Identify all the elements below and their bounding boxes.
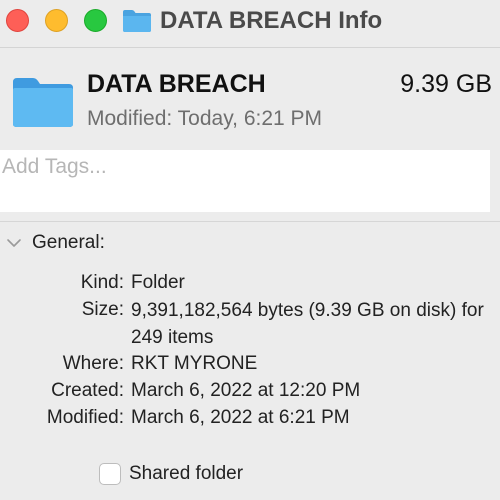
section-title: General: <box>32 232 105 253</box>
info-row-size: Size: 9,391,182,564 bytes (9.39 GB on di… <box>0 297 500 353</box>
info-value: RKT MYRONE <box>131 353 258 374</box>
close-button[interactable] <box>6 9 29 32</box>
zoom-button[interactable] <box>84 9 107 32</box>
info-label: Size: <box>81 299 124 320</box>
info-row-kind: Kind: Folder <box>0 270 500 298</box>
title-bar: DATA BREACH Info <box>0 0 500 44</box>
shared-folder-checkbox[interactable] <box>99 463 121 485</box>
info-value: Folder <box>131 272 185 293</box>
info-row-created: Created: March 6, 2022 at 12:20 PM <box>0 378 500 406</box>
info-label: Created: <box>51 380 124 401</box>
tags-field-container <box>0 150 490 212</box>
modified-date: Modified: Today, 6:21 PM <box>87 107 323 130</box>
window-title: DATA BREACH Info <box>160 7 383 34</box>
info-value: March 6, 2022 at 6:21 PM <box>131 407 350 428</box>
item-name: DATA BREACH <box>87 70 266 98</box>
info-row-where: Where: RKT MYRONE <box>0 351 500 379</box>
chevron-down-icon <box>7 239 21 247</box>
tags-input[interactable] <box>0 150 490 184</box>
info-value: March 6, 2022 at 12:20 PM <box>131 380 361 401</box>
info-value: 9,391,182,564 bytes (9.39 GB on disk) fo… <box>131 300 484 348</box>
tags-divider <box>0 221 500 222</box>
title-divider <box>0 47 500 48</box>
info-label: Kind: <box>80 272 124 293</box>
info-row-modified: Modified: March 6, 2022 at 6:21 PM <box>0 405 500 433</box>
info-window: DATA BREACH Info DATA BREACH 9.39 GB Mod… <box>0 0 500 500</box>
info-label: Where: <box>62 353 124 374</box>
shared-folder-option: Shared folder <box>99 460 243 488</box>
minimize-button[interactable] <box>45 9 68 32</box>
general-section-toggle[interactable]: General: <box>6 230 105 256</box>
item-size: 9.39 GB <box>400 70 492 98</box>
folder-icon <box>13 78 73 127</box>
info-label: Modified: <box>46 407 124 428</box>
folder-icon <box>123 10 151 32</box>
shared-folder-label[interactable]: Shared folder <box>129 461 243 487</box>
